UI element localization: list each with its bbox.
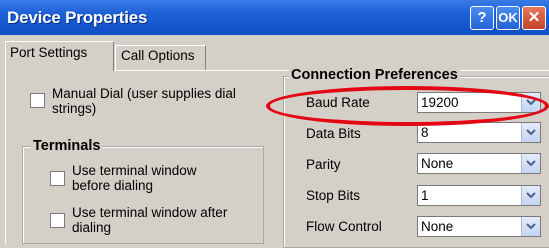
manual-dial-label-line2: strings) [52, 101, 97, 116]
chevron-down-icon [526, 192, 536, 199]
terminal-after-label: Use terminal window after dialing [72, 205, 227, 235]
terminal-after-label-line2: dialing [72, 220, 112, 235]
tab-call-options[interactable]: Call Options [115, 45, 206, 71]
flow-control-dropdown-button[interactable] [521, 217, 540, 236]
terminal-before-label-line2: before dialing [72, 178, 154, 193]
tab-port-settings[interactable]: Port Settings [5, 41, 114, 71]
chevron-down-icon [526, 223, 536, 230]
terminals-heading: Terminals [31, 138, 103, 154]
parity-select[interactable]: None [417, 153, 541, 174]
manual-dial-label-line1: Manual Dial (user supplies dial [52, 86, 236, 101]
data-bits-dropdown-button[interactable] [521, 123, 540, 142]
chevron-down-icon [526, 129, 536, 136]
flow-control-select[interactable]: None [417, 216, 541, 237]
help-button[interactable]: ? [470, 6, 494, 30]
stop-bits-dropdown-button[interactable] [521, 186, 540, 205]
close-icon: ✕ [527, 9, 541, 26]
baud-rate-highlight-oval [266, 86, 549, 126]
stop-bits-value: 1 [421, 188, 429, 203]
manual-dial-label: Manual Dial (user supplies dial strings) [52, 86, 236, 116]
terminal-before-checkbox[interactable] [50, 171, 65, 186]
terminal-before-label: Use terminal window before dialing [72, 163, 197, 193]
stop-bits-label: Stop Bits [306, 188, 361, 203]
stop-bits-select[interactable]: 1 [417, 185, 541, 206]
data-bits-value: 8 [421, 125, 429, 140]
data-bits-label: Data Bits [306, 126, 361, 141]
parity-value: None [421, 156, 454, 171]
terminal-after-label-line1: Use terminal window after [72, 205, 228, 220]
terminal-before-label-line1: Use terminal window [72, 163, 197, 178]
flow-control-value: None [421, 219, 454, 234]
manual-dial-checkbox[interactable] [30, 93, 45, 108]
chevron-down-icon [526, 160, 536, 167]
parity-dropdown-button[interactable] [521, 154, 540, 173]
terminal-after-checkbox[interactable] [50, 213, 65, 228]
ok-button[interactable]: OK [496, 6, 520, 30]
close-button[interactable]: ✕ [522, 6, 546, 30]
parity-label: Parity [306, 157, 341, 172]
flow-control-label: Flow Control [306, 219, 382, 234]
title-bar: Device Properties ? OK ✕ [0, 0, 549, 35]
connection-preferences-heading: Connection Preferences [289, 67, 460, 83]
window-title: Device Properties [7, 8, 148, 27]
